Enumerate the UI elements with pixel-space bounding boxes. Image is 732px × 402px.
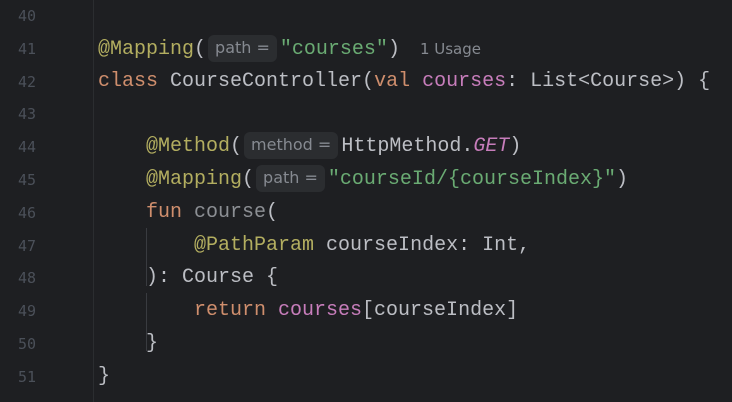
line-number: 40	[17, 7, 36, 25]
indent-guide	[146, 228, 147, 286]
code-token: )	[509, 135, 522, 159]
line-number-gutter: 40 41 42 43 44 45 46 47 48 49 50 51	[0, 0, 94, 402]
code-token: )	[387, 37, 400, 61]
parameter-name-hint: method =	[244, 132, 339, 160]
line-number: 49	[17, 302, 36, 321]
code-token: (	[266, 200, 279, 224]
code-token: GET	[473, 135, 510, 159]
line-number: 47	[17, 236, 36, 255]
line-number: 44	[17, 138, 36, 157]
line-number: 51	[17, 367, 36, 386]
indent-guide	[146, 293, 147, 351]
code-token: fun	[146, 200, 195, 224]
code-line[interactable]: @Method(method = HttpMethod.GET)	[98, 131, 521, 163]
code-token: (	[194, 37, 207, 61]
usage-count-link[interactable]: 1 Usage	[420, 40, 481, 58]
parameter-name-hint: path =	[256, 165, 325, 192]
code-line[interactable]: }	[98, 328, 158, 360]
code-token: }	[146, 332, 159, 355]
code-token: val	[374, 69, 423, 93]
code-line[interactable]: @Mapping(path = "courseId/{courseIndex}")	[98, 164, 628, 196]
code-token: class	[98, 69, 171, 93]
code-line[interactable]: ): Course {	[98, 262, 278, 294]
code-token: [courseIndex]	[362, 299, 519, 323]
code-token: ): Course {	[146, 266, 279, 290]
code-line[interactable]: fun course(	[98, 197, 278, 229]
line-number: 41	[17, 39, 36, 58]
code-token: )	[615, 168, 628, 191]
code-token: (	[230, 135, 243, 159]
line-number: 42	[17, 72, 36, 91]
code-token: CourseController(	[170, 69, 375, 93]
line-number: 43	[17, 105, 36, 124]
code-line[interactable]: }	[98, 361, 110, 393]
code-line[interactable]: @PathParam courseIndex: Int,	[98, 230, 530, 262]
code-token: @Mapping	[146, 168, 243, 191]
code-token: courses	[422, 69, 507, 93]
code-token: }	[98, 364, 111, 388]
code-token: "courseId/{courseIndex}"	[327, 168, 616, 191]
code-token: @Mapping	[98, 37, 195, 61]
code-token: "courses"	[279, 37, 388, 61]
code-token: courseIndex: Int,	[314, 233, 531, 257]
code-token: HttpMethod.	[341, 135, 474, 159]
parameter-name-hint: path =	[208, 34, 277, 62]
code-token: @Method	[146, 135, 231, 159]
code-token: course	[194, 200, 267, 224]
line-number: 50	[17, 335, 36, 353]
code-token: courses	[278, 299, 363, 323]
code-token: : List<Course>) {	[506, 69, 711, 93]
code-token: return	[194, 299, 279, 323]
code-token: @PathParam	[194, 233, 315, 257]
line-number: 48	[17, 269, 36, 288]
line-number: 46	[17, 203, 36, 222]
code-line[interactable]: return courses[courseIndex]	[98, 295, 518, 327]
code-line[interactable]: @Mapping(path = "courses") 1 Usage	[98, 33, 481, 65]
line-number: 45	[17, 171, 36, 189]
code-line[interactable]: class CourseController(val courses: List…	[98, 66, 710, 98]
code-token: (	[242, 168, 255, 191]
